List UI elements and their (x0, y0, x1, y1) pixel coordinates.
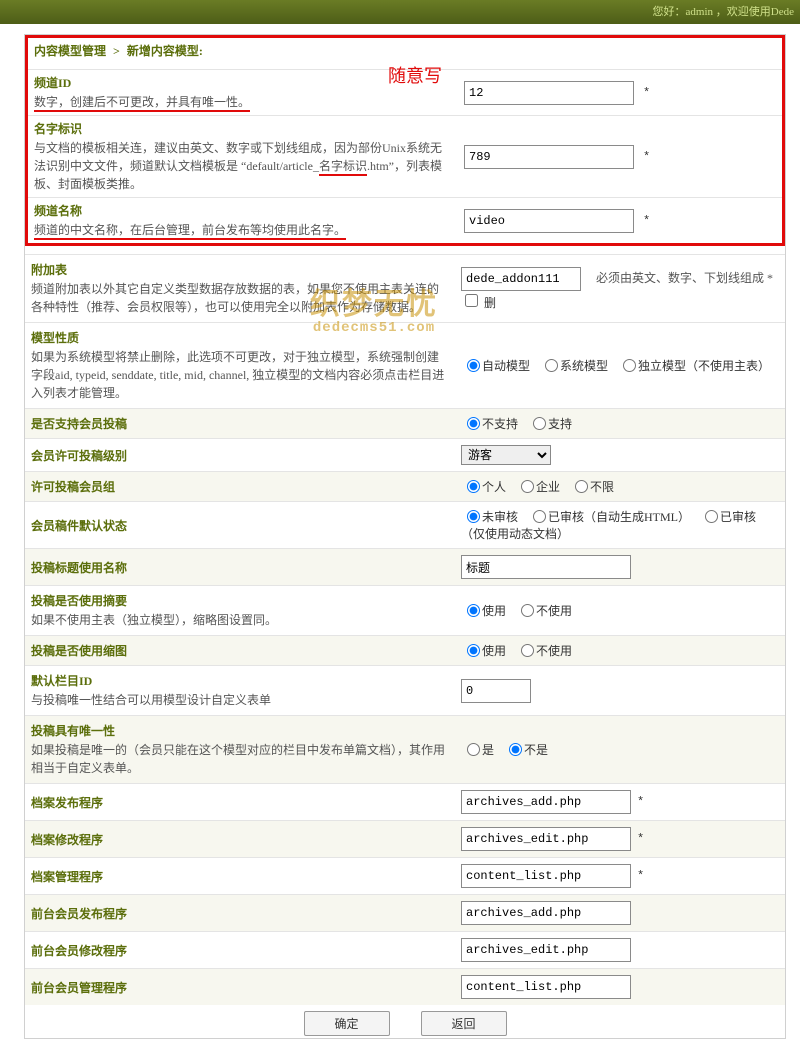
addon-table-label: 附加表 (31, 261, 449, 278)
breadcrumb-sep: > (113, 44, 120, 58)
use-summary-desc: 如果不使用主表（独立模型），缩略图设置同。 (31, 613, 277, 627)
use-summary-opt-1[interactable] (521, 604, 534, 617)
use-summary-opt-0[interactable] (467, 604, 480, 617)
use-thumb-opt-1[interactable] (521, 644, 534, 657)
member-status-opt-1[interactable] (533, 510, 546, 523)
model-nature-label: 模型性质 (31, 329, 449, 346)
default-typeid-input[interactable] (461, 679, 531, 703)
breadcrumb-a[interactable]: 内容模型管理 (34, 44, 106, 58)
member-group-label: 许可投稿会员组 (31, 480, 115, 494)
unique-opt-0[interactable] (467, 743, 480, 756)
member-contribute-opt-1[interactable] (533, 417, 546, 430)
member-level-select[interactable]: 游客 (461, 445, 551, 465)
member-status-opt-0[interactable] (467, 510, 480, 523)
default-typeid-desc: 与投稿唯一性结合可以用模型设计自定义表单 (31, 693, 271, 707)
addon-table-del-checkbox[interactable] (465, 294, 478, 307)
member-contribute-label: 是否支持会员投稿 (31, 417, 127, 431)
draft-title-label: 投稿标题使用名称 (31, 561, 127, 575)
channel-id-input[interactable] (464, 81, 634, 105)
member-contribute-opt-0[interactable] (467, 417, 480, 430)
member-group-opt-1[interactable] (521, 480, 534, 493)
model-nature-desc: 如果为系统模型将禁止删除，此选项不可更改，对于独立模型，系统强制创建字段aid,… (31, 350, 444, 400)
required-star: * (643, 86, 650, 100)
default-typeid-label: 默认栏目ID (31, 672, 449, 689)
name-ident-label: 名字标识 (34, 120, 452, 137)
name-ident-input[interactable] (464, 145, 634, 169)
model-nature-radios: 自动模型 系统模型 独立模型（不使用主表） (455, 323, 785, 409)
mem-list-input[interactable] (461, 975, 631, 999)
channel-name-desc: 频道的中文名称，在后台管理，前台发布等均使用此名字。 (34, 223, 346, 240)
model-nature-opt-0[interactable] (467, 359, 480, 372)
member-level-label: 会员许可投稿级别 (31, 449, 127, 463)
annotation-freewrite: 随意写 (388, 62, 442, 88)
mem-list-label: 前台会员管理程序 (31, 981, 127, 995)
back-button[interactable]: 返回 (421, 1011, 507, 1036)
member-group-opt-0[interactable] (467, 480, 480, 493)
channel-name-input[interactable] (464, 209, 634, 233)
channel-name-label: 频道名称 (34, 202, 452, 219)
addon-table-hint: 必须由英文、数字、下划线组成 * (596, 271, 773, 285)
arc-list-input[interactable] (461, 864, 631, 888)
arc-edit-input[interactable] (461, 827, 631, 851)
unique-opt-1[interactable] (509, 743, 522, 756)
top-bar: 您好：admin ，欢迎使用Dede (0, 0, 800, 24)
unique-desc: 如果投稿是唯一的（会员只能在这个模型对应的栏目中发布单篇文档），其作用相当于自定… (31, 743, 445, 775)
arc-list-label: 档案管理程序 (31, 870, 103, 884)
addon-table-desc: 频道附加表以外其它自定义类型数据存放数据的表，如果您不使用主表关连的各种特性（推… (31, 282, 439, 314)
arc-add-label: 档案发布程序 (31, 796, 103, 810)
addon-table-input[interactable] (461, 267, 581, 291)
use-thumb-label: 投稿是否使用缩图 (31, 644, 127, 658)
mem-add-label: 前台会员发布程序 (31, 907, 127, 921)
member-status-label: 会员稿件默认状态 (31, 519, 127, 533)
arc-edit-label: 档案修改程序 (31, 833, 103, 847)
welcome-text: 您好：admin ，欢迎使用Dede (653, 6, 794, 18)
model-nature-opt-2[interactable] (623, 359, 636, 372)
member-group-opt-2[interactable] (575, 480, 588, 493)
mem-edit-label: 前台会员修改程序 (31, 944, 127, 958)
member-status-opt-2[interactable] (705, 510, 718, 523)
unique-label: 投稿具有唯一性 (31, 722, 449, 739)
breadcrumb-b: 新增内容模型: (127, 44, 203, 58)
draft-title-input[interactable] (461, 555, 631, 579)
use-summary-label: 投稿是否使用摘要 (31, 592, 449, 609)
ok-button[interactable]: 确定 (304, 1011, 390, 1036)
channel-id-desc: 数字，创建后不可更改，并具有唯一性。 (34, 95, 250, 112)
name-ident-desc: 与文档的模板相关连，建议由英文、数字或下划线组成，因为部份Unix系统无法识别中… (34, 141, 442, 191)
arc-add-input[interactable] (461, 790, 631, 814)
mem-edit-input[interactable] (461, 938, 631, 962)
mem-add-input[interactable] (461, 901, 631, 925)
use-thumb-opt-0[interactable] (467, 644, 480, 657)
model-nature-opt-1[interactable] (545, 359, 558, 372)
